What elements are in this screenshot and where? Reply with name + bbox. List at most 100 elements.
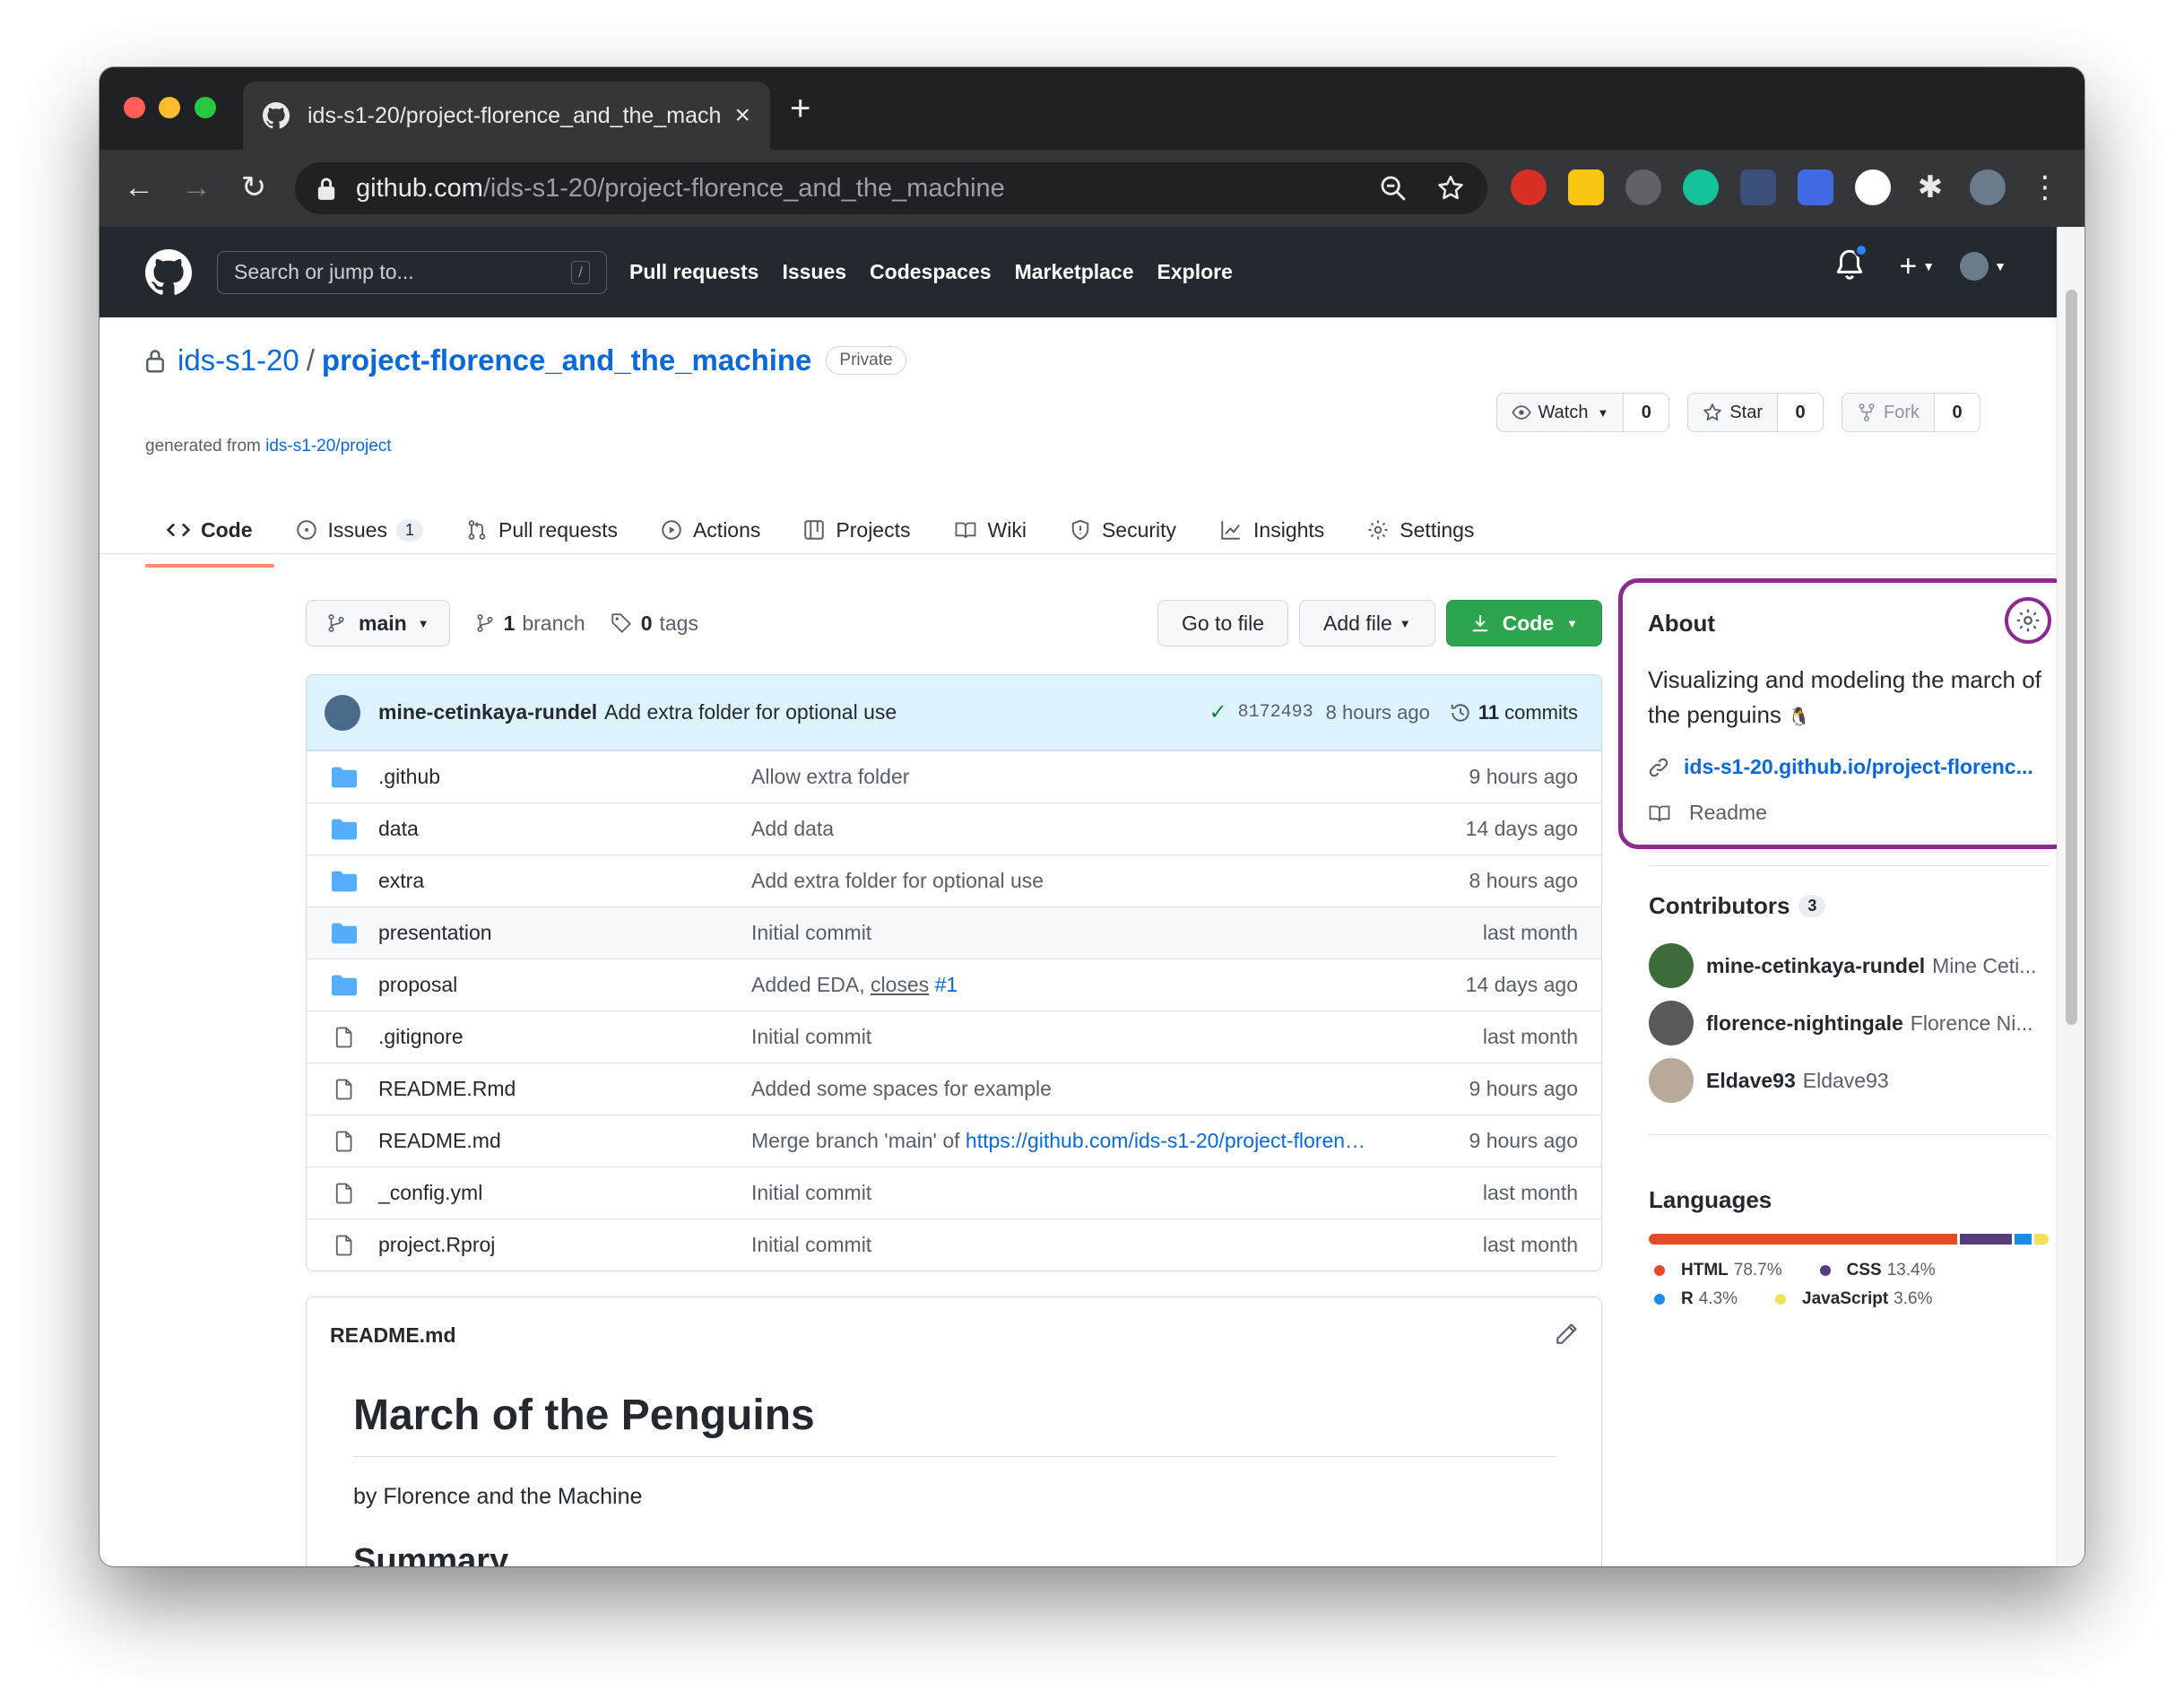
pencil-icon[interactable] (1555, 1323, 1578, 1346)
avatar[interactable] (325, 694, 360, 731)
extension-grammarly-icon[interactable] (1683, 169, 1719, 205)
github-logo-icon[interactable] (145, 248, 192, 296)
tab-actions[interactable]: Actions (639, 503, 782, 557)
language-item-r[interactable]: R 4.3% (1654, 1289, 1738, 1309)
repo-owner-link[interactable]: ids-s1-20 (178, 343, 299, 377)
profile-avatar[interactable] (1970, 169, 2006, 205)
file-name[interactable]: README.md (378, 1129, 751, 1153)
search-input[interactable]: Search or jump to... / (217, 250, 607, 294)
tags-link[interactable]: 0 tags (611, 611, 698, 636)
branch-select[interactable]: main ▼ (306, 600, 450, 646)
file-row[interactable]: README.Rmd Added some spaces for example… (307, 1062, 1601, 1115)
page-scrollbar[interactable] (2057, 227, 2084, 1566)
tab-security[interactable]: Security (1048, 503, 1198, 557)
fork-button[interactable]: Fork 0 (1842, 393, 1980, 432)
extensions-puzzle-icon[interactable]: ✱ (1912, 169, 1948, 205)
contributor-item[interactable]: florence-nightingale Florence Ni... (1649, 1001, 2049, 1045)
extension-docs-icon[interactable] (1798, 169, 1833, 205)
star-button[interactable]: Star 0 (1687, 393, 1824, 432)
zoom-icon[interactable] (1378, 173, 1408, 204)
contributor-item[interactable]: Eldave93 Eldave93 (1649, 1058, 2049, 1103)
file-name[interactable]: README.Rmd (378, 1077, 751, 1101)
close-window-button[interactable] (124, 97, 145, 118)
tab-close-icon[interactable]: × (734, 102, 750, 129)
nav-pull-requests[interactable]: Pull requests (629, 260, 758, 284)
file-row[interactable]: .gitignore Initial commit last month (307, 1010, 1601, 1062)
browser-menu-icon[interactable]: ⋮ (2027, 169, 2063, 205)
repo-name-link[interactable]: project-florence_and_the_machine (322, 343, 812, 377)
template-source-link[interactable]: ids-s1-20/project (265, 437, 391, 455)
nav-marketplace[interactable]: Marketplace (1015, 260, 1134, 284)
file-commit-message[interactable]: Add extra folder for optional use (751, 869, 1469, 893)
file-row[interactable]: data Add data 14 days ago (307, 802, 1601, 854)
address-bar[interactable]: github.com/ids-s1-20/project-florence_an… (295, 162, 1487, 214)
branches-link[interactable]: 1 branch (475, 611, 585, 636)
commit-message-link[interactable]: Add extra folder for optional use (604, 700, 1209, 724)
file-commit-message[interactable]: Initial commit (751, 1181, 1483, 1205)
nav-codespaces[interactable]: Codespaces (870, 260, 992, 284)
file-row[interactable]: .github Allow extra folder 9 hours ago (307, 750, 1601, 802)
contributors-title[interactable]: Contributors 3 (1649, 892, 2049, 920)
extension-magnifier-icon[interactable] (1625, 169, 1661, 205)
forward-button[interactable]: → (177, 168, 216, 207)
tab-projects[interactable]: Projects (782, 503, 932, 557)
commits-link[interactable]: 11 commits (1450, 701, 1578, 724)
file-row[interactable]: README.md Merge branch 'main' of https:/… (307, 1115, 1601, 1167)
file-row[interactable]: presentation Initial commit last month (307, 906, 1601, 958)
language-item-javascript[interactable]: JavaScript 3.6% (1775, 1289, 1932, 1309)
star-count[interactable]: 0 (1778, 394, 1823, 431)
language-item-css[interactable]: CSS 13.4% (1819, 1261, 1936, 1280)
homepage-link[interactable]: ids-s1-20.github.io/project-florenc... (1648, 755, 2045, 779)
file-row[interactable]: _config.yml Initial commit last month (307, 1167, 1601, 1219)
notifications-bell-icon[interactable] (1834, 243, 1869, 284)
tab-code[interactable]: Code (145, 503, 274, 568)
file-name[interactable]: .github (378, 765, 751, 789)
watch-count[interactable]: 0 (1624, 394, 1669, 431)
tab-issues[interactable]: Issues 1 (274, 503, 446, 557)
tab-settings[interactable]: Settings (1346, 503, 1495, 557)
extension-notes-icon[interactable] (1568, 169, 1604, 205)
minimize-window-button[interactable] (159, 97, 180, 118)
commit-message-text[interactable]: Merge branch 'main' of (751, 1129, 966, 1152)
file-commit-message[interactable]: Add data (751, 817, 1466, 841)
file-row[interactable]: proposal Added EDA, closes #1 14 days ag… (307, 958, 1601, 1010)
commit-author-link[interactable]: mine-cetinkaya-rundel (378, 700, 597, 724)
readme-link[interactable]: Readme (1648, 801, 2045, 825)
file-name[interactable]: .gitignore (378, 1025, 751, 1049)
commit-message-text[interactable]: Added EDA, (751, 973, 871, 996)
tab-insights[interactable]: Insights (1198, 503, 1346, 557)
language-item-html[interactable]: HTML 78.7% (1654, 1261, 1782, 1280)
go-to-file-button[interactable]: Go to file (1157, 600, 1289, 646)
extension-drive-icon[interactable] (1740, 169, 1776, 205)
file-name[interactable]: extra (378, 869, 751, 893)
file-row[interactable]: project.Rproj Initial commit last month (307, 1219, 1601, 1271)
file-commit-message[interactable]: Initial commit (751, 1025, 1483, 1049)
scrollbar-thumb[interactable] (2066, 290, 2077, 1025)
tab-wiki[interactable]: Wiki (932, 503, 1048, 557)
file-name[interactable]: _config.yml (378, 1181, 751, 1205)
contributor-item[interactable]: mine-cetinkaya-rundel Mine Ceti... (1649, 943, 2049, 988)
fork-count[interactable]: 0 (1935, 394, 1980, 431)
nav-issues[interactable]: Issues (782, 260, 846, 284)
bookmark-star-icon[interactable] (1435, 173, 1466, 204)
browser-tab[interactable]: ids-s1-20/project-florence_and_the_machi… (243, 82, 770, 150)
commit-url-link[interactable]: https://github.com/ids-s1-20/project-flo… (966, 1129, 1365, 1152)
reload-button[interactable]: ↻ (234, 168, 273, 207)
file-name[interactable]: presentation (378, 921, 751, 945)
add-file-button[interactable]: Add file ▼ (1299, 600, 1435, 646)
file-row[interactable]: extra Add extra folder for optional use … (307, 854, 1601, 906)
closes-link[interactable]: closes (871, 973, 929, 996)
new-tab-button[interactable]: + (790, 91, 810, 126)
code-button[interactable]: Code ▼ (1445, 600, 1602, 646)
file-name[interactable]: project.Rproj (378, 1233, 751, 1257)
file-name[interactable]: proposal (378, 973, 751, 997)
issue-reference-link[interactable]: #1 (935, 973, 958, 996)
file-commit-message[interactable]: Initial commit (751, 921, 1483, 945)
user-menu[interactable]: ▼ (1960, 252, 2006, 281)
file-commit-message[interactable]: Added some spaces for example (751, 1077, 1469, 1101)
file-commit-message[interactable]: Allow extra folder (751, 765, 1469, 789)
back-button[interactable]: ← (119, 168, 159, 207)
watch-button[interactable]: Watch ▼ 0 (1495, 393, 1670, 432)
tab-pull-requests[interactable]: Pull requests (445, 503, 639, 557)
commit-sha-link[interactable]: 8172493 (1238, 702, 1313, 723)
